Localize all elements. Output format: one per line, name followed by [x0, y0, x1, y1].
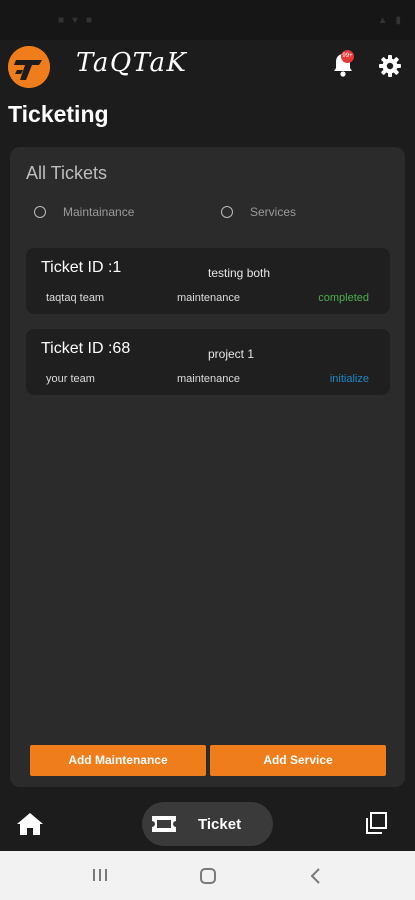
ticket-team: your team — [46, 373, 95, 385]
tickets-panel: All Tickets Maintainance Services Ticket… — [10, 147, 405, 787]
ticket-icon — [152, 816, 176, 832]
add-service-button[interactable]: Add Service — [210, 745, 386, 776]
status-bar: ■ ♥ ■ ▲ ▮ — [0, 0, 415, 40]
ticket-type: maintenance — [177, 373, 240, 385]
home-system-icon[interactable] — [199, 867, 217, 885]
recent-apps-icon[interactable] — [91, 867, 109, 883]
app-header: TaQTaK 99+ — [0, 40, 415, 94]
back-icon[interactable] — [309, 867, 323, 885]
ticket-card[interactable]: Ticket ID :68 project 1 your team mainte… — [26, 329, 390, 395]
filter-maintainance[interactable]: Maintainance — [34, 205, 134, 219]
ticket-id: Ticket ID :68 — [41, 340, 131, 357]
logo-mark-icon — [8, 46, 50, 88]
status-icons-left: ■ ♥ ■ — [58, 15, 92, 26]
brand-name: TaQTaK — [76, 48, 188, 78]
filter-services[interactable]: Services — [221, 205, 296, 219]
ticket-name: testing both — [208, 266, 271, 280]
nav-tab-label: Ticket — [198, 815, 242, 833]
copy-icon[interactable] — [364, 811, 388, 835]
home-icon[interactable] — [16, 811, 44, 837]
filter-label: Services — [250, 205, 297, 219]
status-icons-right: ▲ ▮ — [378, 15, 401, 26]
page-title: Ticketing — [8, 101, 109, 127]
bottom-nav: Ticket — [0, 795, 415, 851]
nav-tab-ticket[interactable]: Ticket — [142, 802, 273, 846]
panel-title: All Tickets — [26, 163, 108, 183]
app-icon: ■ — [85, 15, 93, 26]
battery-icon: ▮ — [395, 15, 401, 26]
ticket-status: initialize — [329, 373, 369, 385]
system-nav-bar — [0, 851, 415, 900]
radio-button[interactable] — [34, 206, 46, 218]
ticket-name: project 1 — [208, 347, 255, 361]
app-icon: ♥ — [72, 15, 78, 26]
radio-button[interactable] — [221, 206, 233, 218]
ticket-team: taqtaq team — [46, 292, 105, 304]
signal-icon: ▲ — [377, 15, 388, 26]
ticket-id: Ticket ID :1 — [41, 259, 122, 276]
notification-badge: 99+ — [341, 50, 354, 63]
ticket-status: completed — [318, 292, 369, 304]
filter-label: Maintainance — [63, 205, 135, 219]
logo — [8, 46, 50, 88]
add-maintenance-button[interactable]: Add Maintenance — [30, 745, 206, 776]
ticket-card[interactable]: Ticket ID :1 testing both taqtaq team ma… — [26, 248, 390, 314]
gear-icon[interactable] — [378, 54, 402, 78]
notification-icon: ■ — [58, 15, 65, 26]
ticket-type: maintenance — [177, 292, 240, 304]
